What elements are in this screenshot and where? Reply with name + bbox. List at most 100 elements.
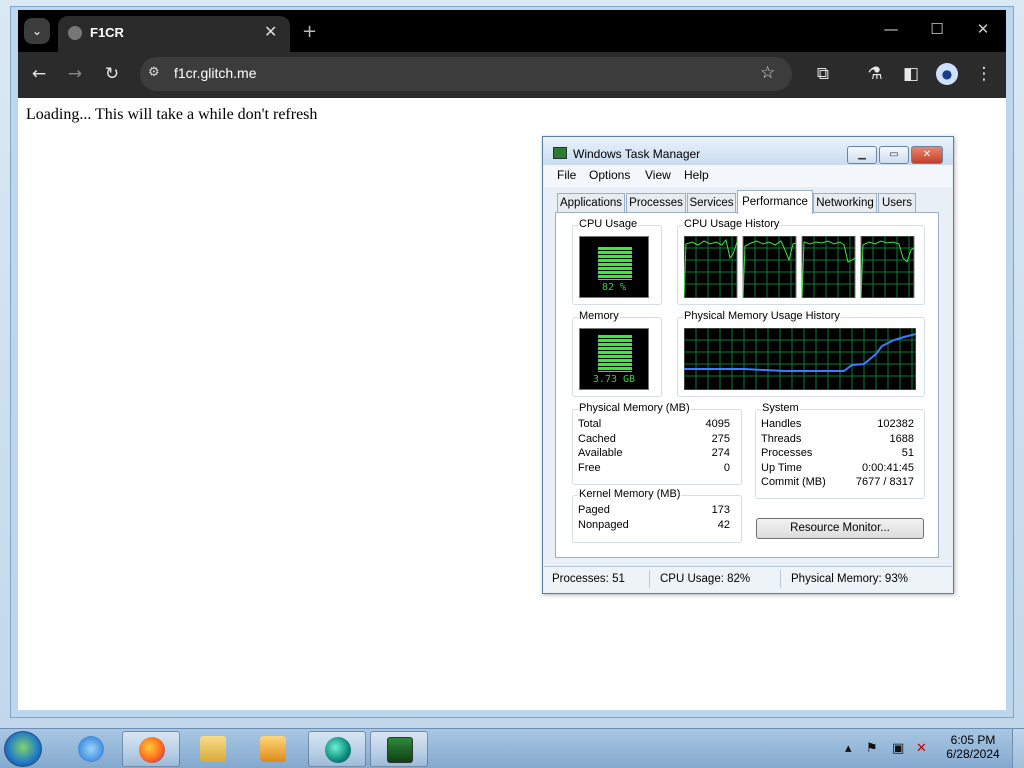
browser-toolbar: ← → ↻ ⚙ f1cr.glitch.me ☆ ⧉ ⚗ ◧ ● ⋮	[18, 52, 1006, 98]
restore-button[interactable]: ▭	[879, 146, 909, 164]
table-row: Available 274	[578, 447, 730, 462]
kebab-menu-icon[interactable]: ⋮	[973, 64, 995, 84]
row-value: 0:00:41:45	[862, 461, 914, 474]
reload-icon[interactable]: ↻	[101, 64, 123, 84]
kernel-memory-label: Kernel Memory (MB)	[578, 488, 682, 500]
tab-strip: ⌄ F1CR ✕ + — ☐ ✕	[18, 10, 1006, 52]
cpu-history-core-3	[801, 236, 856, 298]
table-row: Processes 51	[761, 447, 914, 462]
task-manager-titlebar[interactable]: Windows Task Manager ▁ ▭ ✕	[543, 137, 953, 165]
minimize-icon[interactable]: —	[876, 20, 906, 38]
globe-icon	[68, 26, 82, 40]
clock[interactable]: 6:05 PM 6/28/2024	[938, 733, 1008, 761]
task-manager-icon	[553, 147, 567, 159]
media-player-icon	[260, 736, 286, 762]
menu-options[interactable]: Options	[589, 168, 630, 182]
volume-muted-icon[interactable]: ✕	[916, 741, 927, 756]
menu-help[interactable]: Help	[684, 168, 709, 182]
start-button[interactable]	[4, 731, 42, 767]
row-key: Threads	[761, 432, 802, 445]
folder-icon	[200, 736, 226, 762]
close-button[interactable]: ✕	[911, 146, 943, 164]
show-desktop-button[interactable]	[1012, 729, 1024, 768]
row-key: Handles	[761, 418, 802, 430]
window-title: Windows Task Manager	[573, 147, 701, 161]
forward-arrow-icon[interactable]: →	[64, 64, 86, 84]
tab-active[interactable]: F1CR ✕	[58, 16, 290, 52]
cpu-history-core-1	[684, 236, 738, 298]
row-key: Paged	[578, 504, 610, 516]
close-icon[interactable]: ✕	[264, 22, 277, 41]
tab-users[interactable]: Users	[878, 193, 916, 213]
profile-icon[interactable]: ●	[936, 63, 958, 85]
taskbar-firefox[interactable]	[122, 731, 180, 767]
row-value: 275	[711, 432, 730, 445]
status-processes: Processes: 51	[552, 573, 625, 585]
table-row: Threads 1688	[761, 433, 914, 448]
flag-icon[interactable]: ⚑	[866, 741, 878, 756]
show-hidden-icons-icon[interactable]: ▴	[845, 741, 852, 756]
row-key: Available	[578, 447, 623, 459]
tab-title: F1CR	[90, 25, 124, 40]
puzzle-icon[interactable]: ⧉	[812, 64, 834, 84]
table-row: Free 0	[578, 462, 730, 477]
row-value: 7677 / 8317	[855, 476, 914, 488]
tab-services[interactable]: Services	[687, 193, 736, 213]
status-cpu-usage: CPU Usage: 82%	[660, 573, 751, 585]
taskbar-media-player[interactable]	[244, 731, 302, 767]
status-divider	[780, 570, 781, 588]
row-key: Cached	[578, 432, 616, 445]
tab-search-button[interactable]: ⌄	[24, 18, 50, 44]
taskbar: ▴ ⚑ ▣ ✕ 6:05 PM 6/28/2024	[0, 728, 1024, 768]
task-manager-icon	[387, 737, 413, 763]
address-bar[interactable]: ⚙ f1cr.glitch.me ☆	[140, 57, 792, 91]
row-value: 102382	[877, 418, 914, 430]
restore-icon: ▭	[889, 149, 899, 160]
network-icon[interactable]: ▣	[892, 741, 904, 756]
taskbar-internet-explorer[interactable]	[62, 731, 120, 767]
memory-label: Memory	[578, 310, 620, 322]
row-key: Nonpaged	[578, 518, 629, 531]
maximize-icon[interactable]: ☐	[922, 20, 952, 38]
star-icon[interactable]: ☆	[760, 63, 775, 83]
memory-history-label: Physical Memory Usage History	[683, 310, 841, 322]
table-row: Cached 275	[578, 433, 730, 448]
flask-icon[interactable]: ⚗	[864, 64, 886, 84]
plus-icon[interactable]: +	[302, 21, 317, 42]
clock-date: 6/28/2024	[946, 747, 1000, 761]
table-row: Up Time 0:00:41:45	[761, 462, 914, 477]
menu-view[interactable]: View	[645, 168, 671, 182]
table-row: Handles 102382	[761, 418, 914, 433]
row-value: 274	[711, 447, 730, 459]
minimize-icon: ▁	[858, 149, 866, 160]
physical-memory-table: Total 4095 Cached 275 Available 274 Free 0	[578, 418, 730, 476]
resource-monitor-button[interactable]: Resource Monitor...	[756, 518, 924, 539]
taskbar-windows-explorer[interactable]	[184, 731, 242, 767]
clock-time: 6:05 PM	[950, 733, 996, 747]
cpu-history-core-4	[860, 236, 915, 298]
menu-bar: File Options View Help	[544, 165, 952, 187]
taskbar-app-teal[interactable]	[308, 731, 366, 767]
cpu-usage-label: CPU Usage	[578, 218, 639, 230]
row-value: 173	[711, 504, 730, 516]
cpu-history-graphs	[684, 236, 915, 298]
tab-networking[interactable]: Networking	[813, 193, 877, 213]
table-row: Total 4095	[578, 418, 730, 433]
tab-performance[interactable]: Performance	[737, 190, 813, 214]
menu-file[interactable]: File	[557, 168, 576, 182]
minimize-button[interactable]: ▁	[847, 146, 877, 164]
tab-processes[interactable]: Processes	[626, 193, 686, 213]
status-bar: Processes: 51 CPU Usage: 82% Physical Me…	[544, 566, 952, 592]
url-text[interactable]: f1cr.glitch.me	[174, 65, 256, 81]
table-row: Commit (MB) 7677 / 8317	[761, 476, 914, 491]
system-label: System	[761, 402, 800, 414]
tune-icon[interactable]: ⚙	[148, 65, 160, 80]
row-key: Free	[578, 461, 601, 474]
cpu-history-core-2	[742, 236, 797, 298]
side-panel-icon[interactable]: ◧	[900, 64, 922, 84]
tab-applications[interactable]: Applications	[557, 193, 625, 213]
cpu-usage-bar	[598, 247, 632, 280]
taskbar-task-manager[interactable]	[370, 731, 428, 767]
window-close-icon[interactable]: ✕	[968, 20, 998, 38]
back-arrow-icon[interactable]: ←	[28, 64, 50, 84]
